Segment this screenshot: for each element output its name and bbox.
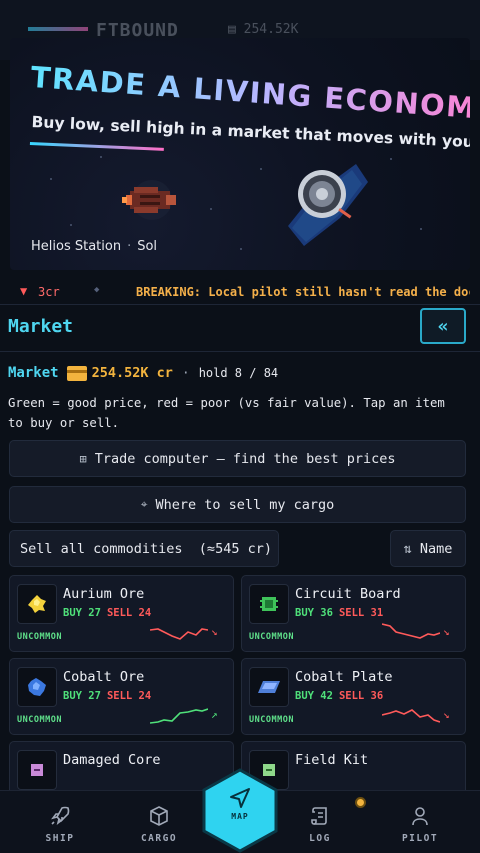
navigation-arrow-icon bbox=[230, 788, 250, 808]
commodity-name: Cobalt Ore bbox=[63, 669, 145, 685]
commodity-card[interactable]: Cobalt Ore BUY 27 SELL 24 UNCOMMON ↗ bbox=[9, 658, 234, 735]
credit-balance: 254.52K cr bbox=[91, 365, 173, 381]
nav-log[interactable]: LOG bbox=[285, 803, 355, 844]
where-to-sell-button[interactable]: ⌖ Where to sell my cargo bbox=[9, 486, 466, 523]
price-legend-help: Green = good price, red = poor (vs fair … bbox=[8, 396, 445, 430]
commodity-prices: BUY 36 SELL 31 bbox=[295, 607, 384, 619]
current-location: Helios Station · Sol bbox=[31, 239, 158, 254]
divider bbox=[0, 351, 480, 352]
map-hex-button-shape bbox=[202, 768, 278, 853]
nav-ship-label: SHIP bbox=[45, 833, 75, 844]
scroll-icon bbox=[285, 803, 355, 829]
rocket-icon bbox=[25, 803, 95, 829]
nav-map[interactable]: MAP bbox=[202, 768, 278, 853]
commodity-name: Aurium Ore bbox=[63, 586, 145, 602]
ticker-headline: BREAKING: Local pilot still hasn't read … bbox=[136, 285, 470, 299]
commodity-prices: BUY 27 SELL 24 bbox=[63, 607, 152, 619]
commodity-name: Cobalt Plate bbox=[295, 669, 393, 685]
system-name: Sol bbox=[137, 239, 158, 254]
nav-cargo-label: CARGO bbox=[140, 833, 178, 844]
sort-button[interactable]: ⇅ Name bbox=[390, 530, 466, 567]
nav-log-label: LOG bbox=[309, 833, 331, 844]
cargo-hold-capacity: hold 8 / 84 bbox=[198, 366, 279, 380]
nav-ship[interactable]: SHIP bbox=[25, 803, 95, 844]
commodity-prices: BUY 27 SELL 24 bbox=[63, 690, 152, 702]
rarity-badge: UNCOMMON bbox=[249, 715, 294, 725]
trend-down-icon: ↘ bbox=[443, 708, 450, 721]
sort-arrows-icon: ⇅ bbox=[403, 540, 412, 557]
commodity-name: Circuit Board bbox=[295, 586, 401, 602]
nav-map-label: MAP bbox=[231, 812, 249, 821]
market-label: Market bbox=[8, 365, 59, 381]
notification-badge bbox=[355, 797, 366, 808]
page-title: Market bbox=[8, 316, 74, 337]
damaged-core-icon bbox=[17, 750, 57, 790]
nav-cargo[interactable]: CARGO bbox=[124, 803, 194, 844]
price-sparkline bbox=[150, 628, 208, 640]
rarity-badge: UNCOMMON bbox=[17, 715, 62, 725]
header-credits: ▤ 254.52K bbox=[228, 22, 299, 37]
price-sparkline bbox=[382, 623, 440, 639]
trade-computer-label: Trade computer — find the best prices bbox=[94, 450, 396, 467]
price-sparkline bbox=[382, 709, 440, 723]
cobalt-plate-icon bbox=[249, 667, 289, 707]
commodity-name: Damaged Core bbox=[63, 752, 161, 768]
collapse-panel-button[interactable]: « bbox=[420, 308, 466, 344]
user-icon bbox=[385, 803, 455, 829]
cobalt-ore-icon bbox=[17, 667, 57, 707]
divider bbox=[0, 304, 480, 305]
price-down-icon: ▼ bbox=[20, 284, 28, 298]
box-icon bbox=[124, 803, 194, 829]
station-sprite-icon bbox=[288, 164, 368, 246]
ship-sprite-icon bbox=[122, 180, 176, 220]
commodity-name: Field Kit bbox=[295, 752, 369, 768]
where-to-sell-label: Where to sell my cargo bbox=[155, 496, 335, 513]
crosshair-icon: ⌖ bbox=[140, 497, 148, 511]
trade-computer-button[interactable]: ⊞ Trade computer — find the best prices bbox=[9, 440, 466, 477]
news-ticker: ▼ 3cr ◆ BREAKING: Local pilot still hasn… bbox=[10, 280, 470, 304]
commodity-card[interactable]: Cobalt Plate BUY 42 SELL 36 UNCOMMON ↘ bbox=[241, 658, 466, 735]
rarity-badge: UNCOMMON bbox=[249, 632, 294, 642]
rarity-badge: UNCOMMON bbox=[17, 632, 62, 642]
trend-up-icon: ↗ bbox=[211, 708, 218, 721]
ticker-separator-icon: ◆ bbox=[94, 285, 100, 295]
market-summary: Market 254.52K cr · hold 8 / 84 bbox=[8, 365, 279, 381]
trend-down-icon: ↘ bbox=[443, 625, 450, 638]
ticker-price-change: 3cr bbox=[38, 285, 60, 299]
aurium-ore-icon bbox=[17, 584, 57, 624]
brand-accent-line bbox=[28, 27, 88, 31]
circuit-board-icon bbox=[249, 584, 289, 624]
commodity-prices: BUY 42 SELL 36 bbox=[295, 690, 384, 702]
grid-icon: ⊞ bbox=[79, 451, 87, 466]
nav-pilot-label: PILOT bbox=[401, 833, 439, 844]
sell-all-button[interactable]: Sell all commodities (≈545 cr) bbox=[9, 530, 279, 567]
hero-banner: TRADE A LIVING ECONOMY Buy low, sell hig… bbox=[10, 38, 470, 270]
price-sparkline bbox=[150, 708, 208, 724]
station-name: Helios Station bbox=[31, 239, 122, 254]
sell-all-label: Sell all commodities (≈545 cr) bbox=[20, 540, 272, 557]
sort-label: Name bbox=[419, 540, 453, 557]
commodity-card[interactable]: Aurium Ore BUY 27 SELL 24 UNCOMMON ↘ bbox=[9, 575, 234, 652]
trend-down-icon: ↘ bbox=[211, 625, 218, 638]
credit-card-icon bbox=[66, 365, 87, 381]
commodity-card[interactable]: Circuit Board BUY 36 SELL 31 UNCOMMON ↘ bbox=[241, 575, 466, 652]
nav-pilot[interactable]: PILOT bbox=[385, 803, 455, 844]
hero-underline bbox=[29, 142, 164, 151]
